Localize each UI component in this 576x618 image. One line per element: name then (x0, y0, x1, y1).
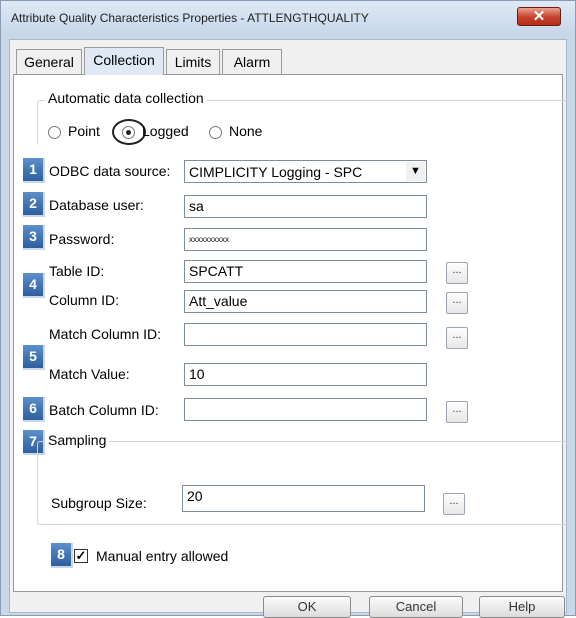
checkmark-icon: ✓ (75, 548, 87, 563)
tab-alarm[interactable]: Alarm (222, 49, 282, 74)
match-value-label: Match Value: (49, 366, 130, 382)
column-id-browse-button[interactable]: ... (446, 292, 468, 314)
automatic-collection-title: Automatic data collection (45, 90, 207, 106)
close-icon: ✕ (532, 8, 546, 25)
dialog-window: Attribute Quality Characteristics Proper… (0, 0, 576, 618)
radio-logged-label: Logged (142, 123, 189, 139)
callout-6: 6 (23, 397, 45, 422)
database-user-label: Database user: (49, 197, 144, 213)
match-column-browse-button[interactable]: ... (446, 327, 468, 349)
subgroup-size-input[interactable]: 20 (182, 485, 425, 512)
batch-column-browse-button[interactable]: ... (446, 401, 468, 423)
tab-general[interactable]: General (16, 49, 82, 74)
table-id-input[interactable]: SPCATT (184, 260, 427, 283)
column-id-input[interactable]: Att_value (184, 290, 427, 313)
title-bar[interactable]: Attribute Quality Characteristics Proper… (1, 1, 575, 35)
ok-button[interactable]: OK (263, 596, 351, 618)
radio-point-label: Point (68, 123, 100, 139)
radio-none-label: None (229, 123, 263, 139)
radio-none[interactable] (209, 126, 222, 139)
callout-8: 8 (51, 543, 73, 568)
batch-column-id-input[interactable] (184, 398, 427, 421)
column-id-label: Column ID: (49, 292, 120, 308)
odbc-label: ODBC data source: (49, 163, 171, 179)
manual-entry-checkbox[interactable]: ✓ (74, 549, 88, 563)
callout-1: 1 (23, 158, 45, 183)
password-label: Password: (49, 231, 115, 247)
radio-point[interactable] (48, 126, 61, 139)
radio-logged[interactable] (122, 126, 135, 139)
sampling-group (37, 441, 569, 525)
window-title: Attribute Quality Characteristics Proper… (11, 11, 369, 25)
cancel-button[interactable]: Cancel (369, 596, 463, 618)
callout-5: 5 (23, 345, 45, 370)
tab-limits[interactable]: Limits (166, 49, 220, 74)
table-id-label: Table ID: (49, 263, 105, 279)
match-column-id-label: Match Column ID: (49, 326, 162, 342)
manual-entry-label: Manual entry allowed (96, 548, 229, 564)
table-id-browse-button[interactable]: ... (446, 262, 468, 284)
database-user-input[interactable]: sa (184, 195, 427, 218)
tab-collection[interactable]: Collection (84, 47, 164, 75)
password-input[interactable]: xxxxxxxxxx (184, 228, 427, 251)
close-button[interactable]: ✕ (517, 7, 561, 26)
callout-4: 4 (23, 273, 45, 298)
subgroup-size-label: Subgroup Size: (51, 495, 147, 511)
match-column-id-input[interactable] (184, 323, 427, 346)
chevron-down-icon[interactable]: ▼ (406, 162, 425, 181)
sampling-title: Sampling (45, 432, 110, 448)
match-value-input[interactable]: 10 (184, 363, 427, 386)
batch-column-id-label: Batch Column ID: (49, 402, 159, 418)
odbc-selected-value: CIMPLICITY Logging - SPC (189, 164, 363, 180)
callout-3: 3 (23, 225, 45, 250)
help-button[interactable]: Help (479, 596, 565, 618)
odbc-data-source-select[interactable]: CIMPLICITY Logging - SPC ▼ (184, 160, 427, 183)
callout-2: 2 (23, 192, 45, 217)
subgroup-size-browse-button[interactable]: ... (443, 493, 465, 515)
